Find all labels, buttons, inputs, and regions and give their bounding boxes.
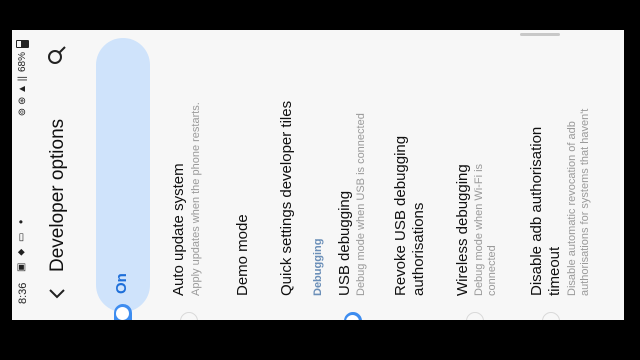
page-title: Developer options <box>47 118 68 272</box>
item-title: Auto update system <box>170 163 187 296</box>
list-item-wireless-debugging[interactable]: Wireless debugging Debug mode when Wi-Fi… <box>448 30 510 320</box>
toggle-knob <box>346 315 359 320</box>
item-title: Disable adb authorisation timeout <box>528 126 563 296</box>
item-title: Revoke USB debugging authorisations <box>392 135 427 296</box>
list-item-quick-settings-tiles[interactable]: Quick settings developer tiles <box>266 30 306 320</box>
item-subtitle: Disable automatic revocation of adb auth… <box>566 108 591 296</box>
list-item-auto-update[interactable]: Auto update system Apply updates when th… <box>160 30 218 320</box>
app-header: Developer options <box>40 30 76 320</box>
adb-timeout-toggle[interactable] <box>542 312 560 320</box>
list-item-usb-debugging[interactable]: USB debugging Debug mode when USB is con… <box>328 30 378 320</box>
toggle-knob <box>116 307 129 320</box>
battery-percent: 68% <box>17 52 28 73</box>
item-subtitle: Apply updates when the phone restarts. <box>190 102 202 296</box>
status-time: 8:36 <box>17 282 29 304</box>
list-item-demo-mode[interactable]: Demo mode <box>222 30 262 320</box>
developer-options-screen: 8:36 ▣ ⬥ ▭ • ⊚ ⊛ ▲ || 68% Developer opti… <box>12 30 624 320</box>
status-icons-right: ⊚ ⊛ ▲ || 68% <box>16 40 29 116</box>
developer-options-master-switch[interactable]: On <box>96 38 150 320</box>
phone-screen: 8:36 ▣ ⬥ ▭ • ⊚ ⊛ ▲ || 68% Developer opti… <box>12 30 624 320</box>
back-button[interactable] <box>46 282 68 304</box>
master-switch-label: On <box>113 273 130 294</box>
item-title: USB debugging <box>336 190 353 296</box>
master-toggle[interactable] <box>114 304 132 320</box>
item-subtitle: Debug mode when USB is connected <box>355 113 367 296</box>
status-bar: 8:36 ▣ ⬥ ▭ • ⊚ ⊛ ▲ || 68% <box>12 30 36 320</box>
item-title: Demo mode <box>234 214 251 296</box>
list-item-disable-adb-timeout[interactable]: Disable adb authorisation timeout Disabl… <box>522 30 618 320</box>
search-button[interactable] <box>44 42 70 68</box>
battery-icon <box>16 40 29 48</box>
list-item-revoke-usb-auth[interactable]: Revoke USB debugging authorisations <box>384 30 440 320</box>
notification-dot: • <box>14 219 28 224</box>
wireless-debugging-toggle[interactable] <box>466 312 484 320</box>
notification-icons: ▣ ⬥ ▭ <box>16 230 27 272</box>
item-subtitle: Debug mode when Wi-Fi is connected <box>473 163 498 296</box>
signal-icons: ⊚ ⊛ ▲ || <box>17 76 28 117</box>
chevron-left-icon <box>49 289 65 299</box>
item-title: Wireless debugging <box>454 164 471 296</box>
scrollbar[interactable] <box>520 33 560 36</box>
search-icon <box>48 46 66 64</box>
auto-update-toggle[interactable] <box>180 312 198 320</box>
usb-debugging-toggle[interactable] <box>344 312 362 320</box>
section-header-debugging: Debugging <box>312 238 324 296</box>
item-title: Quick settings developer tiles <box>278 100 295 296</box>
